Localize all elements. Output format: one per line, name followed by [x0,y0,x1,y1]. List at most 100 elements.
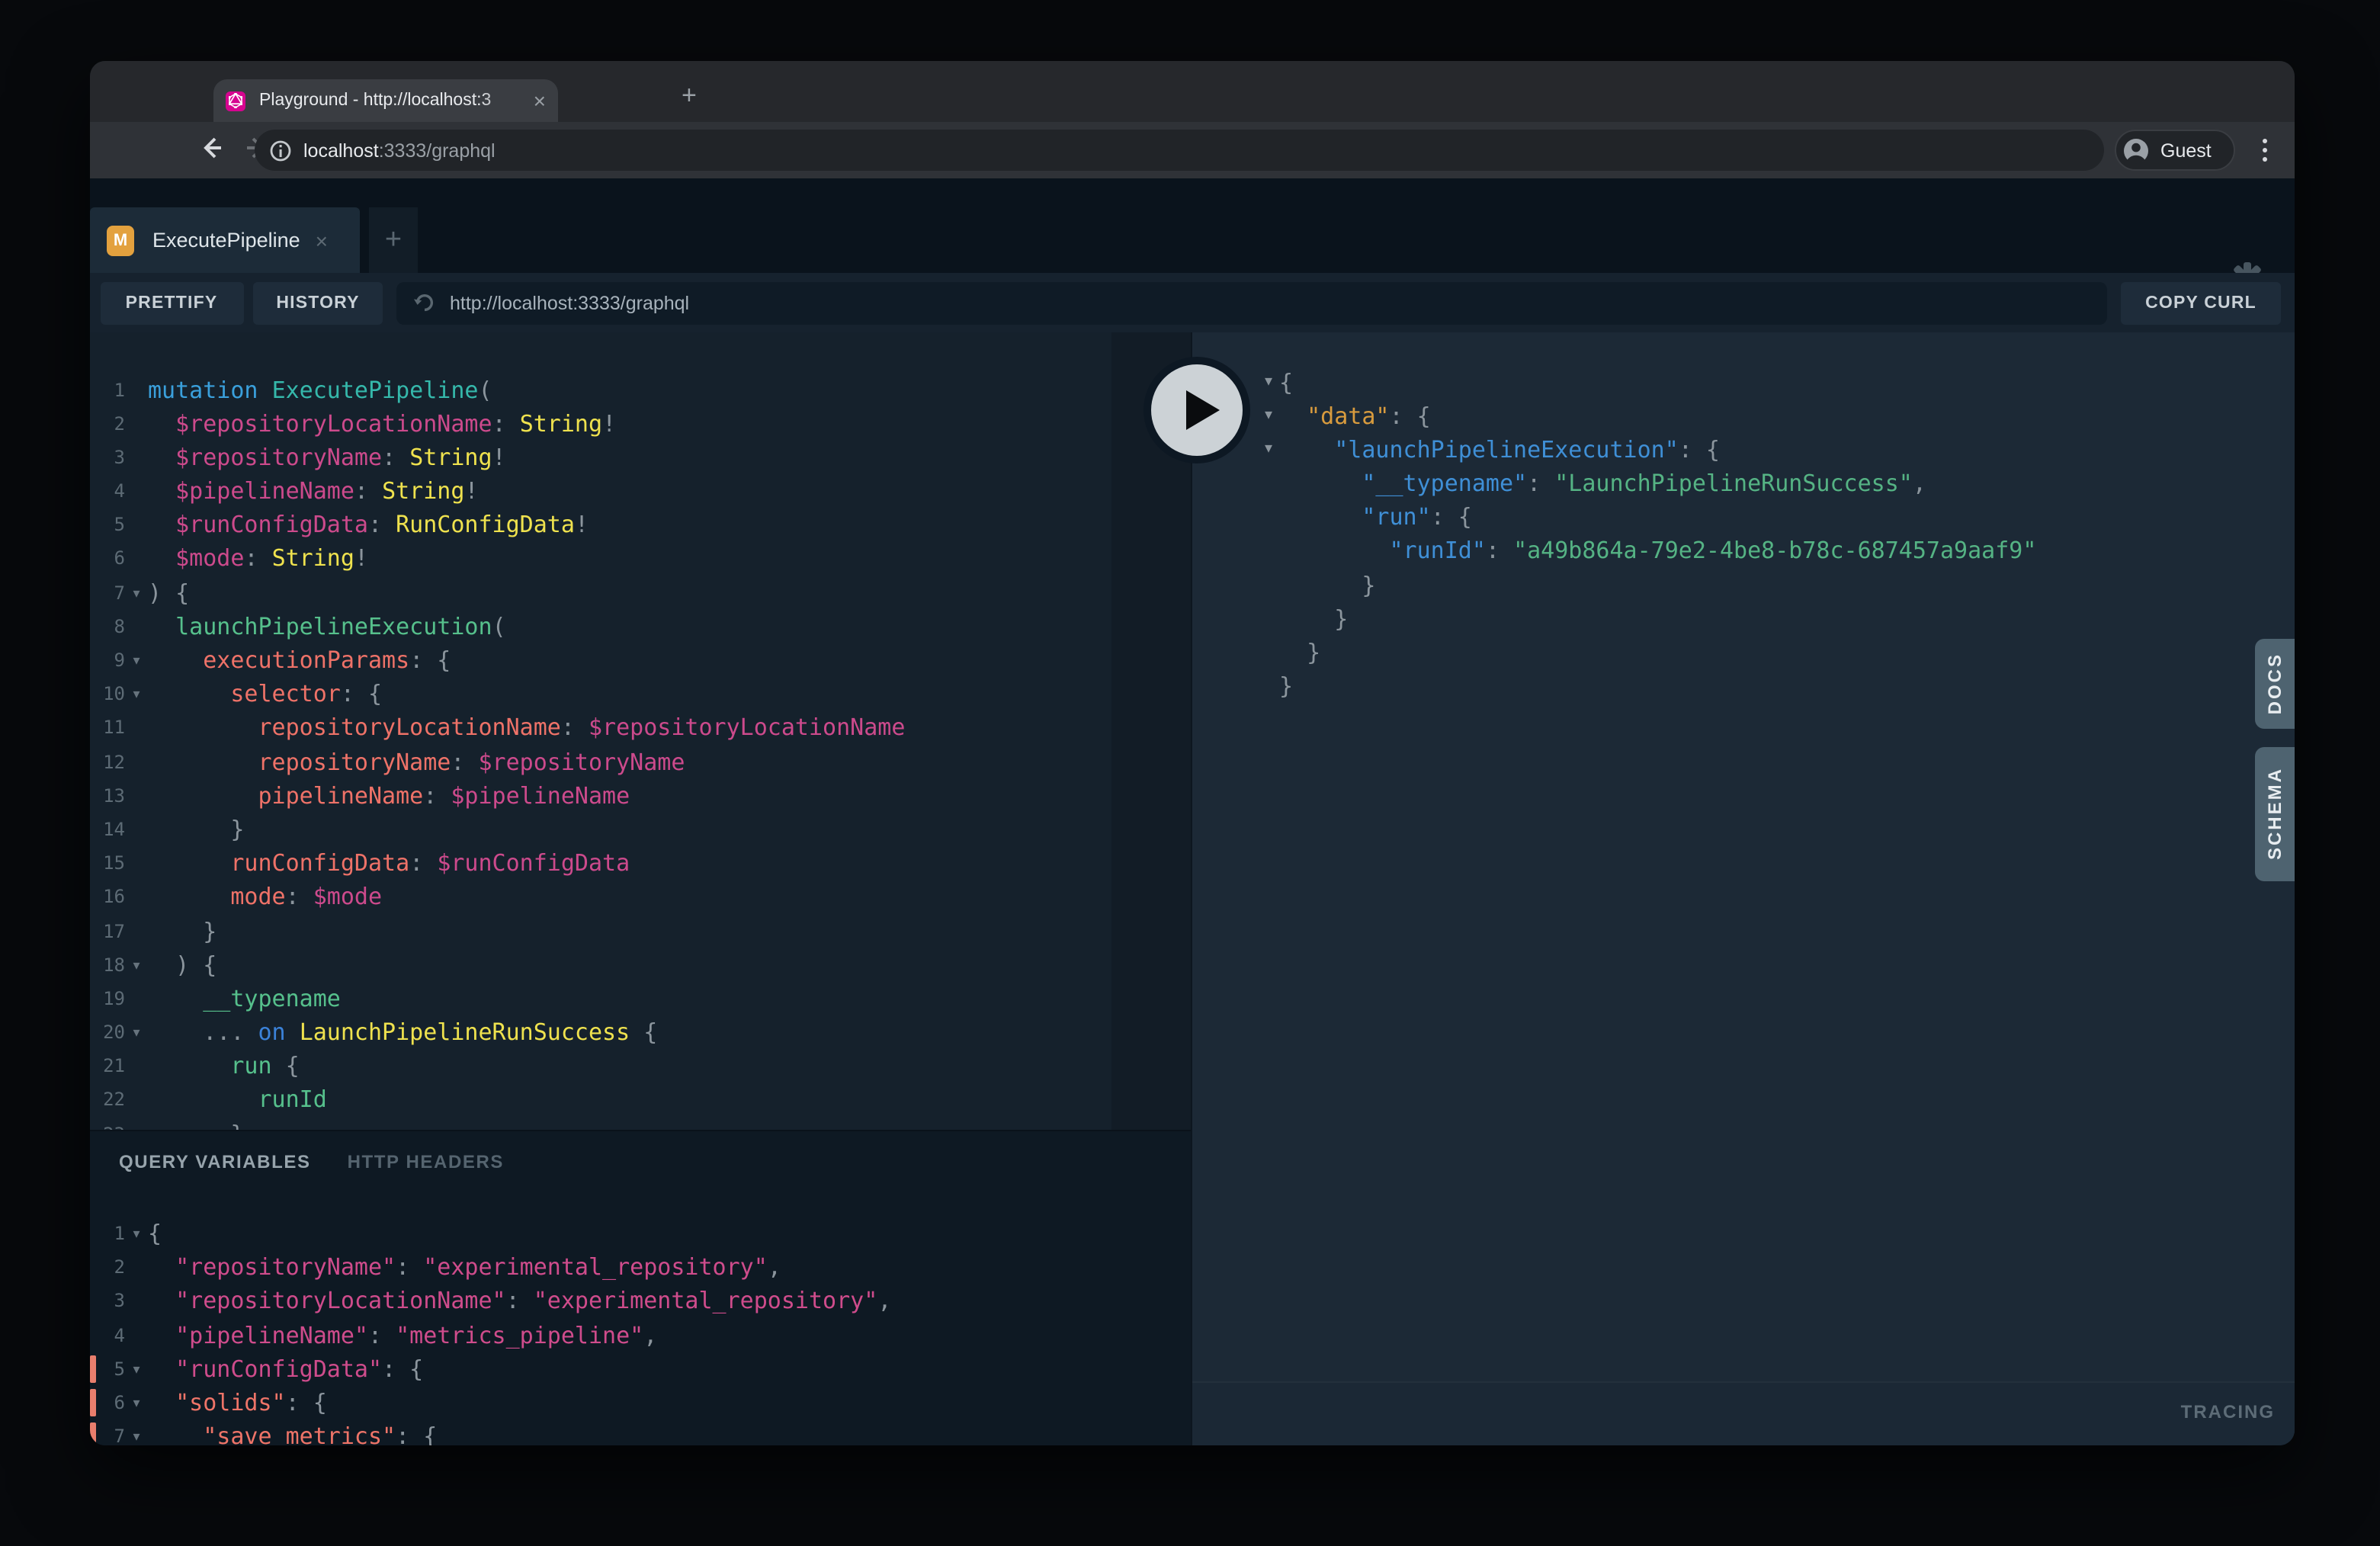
token: "data" [1279,402,1390,429]
site-info-icon[interactable] [270,140,291,161]
resp-code-line: } [1192,568,2295,601]
q-code-line: 16 mode: $mode [90,880,1191,914]
q-code-line: 18▾ ) { [90,948,1191,981]
schema-label: SCHEMA [2264,767,2285,860]
endpoint-input[interactable]: http://localhost:3333/graphql [396,281,2107,324]
fold-arrow-icon[interactable]: ▾ [125,948,148,981]
token: ! [575,512,589,539]
token: "pipelineName" [148,1321,368,1349]
code-text: mutation ExecutePipeline( [148,373,492,406]
token: "launchPipelineExecution" [1279,436,1679,463]
token: } [148,917,217,945]
fold-arrow-icon[interactable]: ▾ [125,1352,148,1386]
address-bar[interactable]: localhost:3333/graphql [255,130,2104,171]
code-text: { [1279,365,1293,399]
v-code-line: 7▾ "save_metrics": { [90,1419,1191,1445]
token: String [382,477,464,505]
history-button[interactable]: HISTORY [253,281,383,324]
token: $repositoryLocationName [589,714,905,742]
endpoint-reset-icon[interactable] [413,291,436,314]
tab-http-headers[interactable]: HTTP HEADERS [348,1151,504,1172]
line-number: 12 [90,745,125,778]
fold-arrow-icon[interactable]: ▾ [125,643,148,677]
code-text: } [1279,602,1348,636]
token: ExecutePipeline [272,376,479,403]
token: ! [354,545,368,573]
token: $repositoryName [148,444,382,471]
fold-arrow-icon[interactable]: ▾ [125,677,148,710]
new-tab-button[interactable]: + [682,82,697,108]
fold-arrow-icon[interactable]: ▾ [1258,433,1279,467]
add-session-button[interactable]: + [369,207,418,273]
fold-arrow-icon[interactable]: ▾ [1258,399,1279,432]
code-text: "pipelineName": "metrics_pipeline", [148,1318,657,1352]
window-close-button[interactable] [195,87,213,105]
resp-code-line: ▾ "data": { [1192,399,2295,432]
code-text: $mode: String! [148,542,368,576]
prettify-button[interactable]: PRETTIFY [100,281,243,324]
token: executionParams [148,646,409,674]
line-number: 5 [90,508,125,542]
query-editor[interactable]: 1mutation ExecutePipeline(2 $repositoryL… [90,332,1191,1130]
q-code-line: 19 __typename [90,982,1191,1015]
fold-arrow-icon[interactable]: ▾ [125,1386,148,1419]
fold-arrow-icon[interactable]: ▾ [125,1419,148,1445]
tracing-label[interactable]: TRACING [2181,1401,2275,1423]
token: : { [341,680,382,707]
line-number: 9 [90,643,125,677]
screenshot-stage: Playground - http://localhost:3 × + loca… [0,0,2380,1546]
tab-query-variables[interactable]: QUERY VARIABLES [119,1151,311,1172]
token: : [506,1288,534,1315]
line-number: 3 [90,441,125,474]
docs-side-tab[interactable]: DOCS [2255,639,2295,729]
token: $repositoryLocationName [148,409,492,437]
token: __typename [148,985,341,1012]
token: repositoryLocationName [148,714,561,742]
profile-chip[interactable]: Guest [2115,130,2235,171]
session-close-icon[interactable]: × [316,228,328,252]
token: ) { [148,951,217,978]
browser-tab[interactable]: Playground - http://localhost:3 × [213,79,558,122]
variables-editor[interactable]: 1▾{2 "repositoryName": "experimental_rep… [90,1217,1191,1445]
code-text: "repositoryLocationName": "experimental_… [148,1285,891,1318]
fold-arrow-icon[interactable]: ▾ [125,576,148,609]
q-code-line: 20▾ ... on LaunchPipelineRunSuccess { [90,1015,1191,1049]
session-tab-executepipeline[interactable]: M ExecutePipeline × [90,207,360,273]
token: : { [382,1355,423,1383]
tab-close-icon[interactable]: × [534,90,546,111]
code-text: "__typename": "LaunchPipelineRunSuccess"… [1279,467,1926,500]
q-code-line: 13 pipelineName: $pipelineName [90,779,1191,813]
browser-menu-icon[interactable] [2250,131,2278,168]
q-code-line: 11 repositoryLocationName: $repositoryLo… [90,711,1191,745]
code-text: } [148,813,244,846]
code-text: launchPipelineExecution( [148,610,506,643]
execute-play-button[interactable] [1143,357,1250,463]
error-marker [90,1389,96,1416]
back-icon[interactable] [198,134,226,162]
session-tab-title: ExecutePipeline [152,229,300,252]
token: ( [479,376,492,403]
copy-curl-button[interactable]: COPY CURL [2121,281,2281,324]
token: : [244,545,271,573]
resp-code-line: "__typename": "LaunchPipelineRunSuccess"… [1192,467,2295,500]
token: } [1279,672,1293,700]
token: { [1279,368,1293,396]
fold-arrow-icon[interactable]: ▾ [1258,365,1279,399]
code-text: "run": { [1279,501,1472,534]
fold-arrow-icon[interactable]: ▾ [125,1217,148,1250]
schema-side-tab[interactable]: SCHEMA [2255,746,2295,880]
playground-toolbar: PRETTIFY HISTORY http://localhost:3333/g… [90,273,2295,332]
token: "LaunchPipelineRunSuccess" [1554,470,1913,497]
v-code-line: 2 "repositoryName": "experimental_reposi… [90,1250,1191,1284]
token: runConfigData [148,849,409,877]
q-code-line: 6 $mode: String! [90,542,1191,576]
token: : [1527,470,1554,497]
token: on [258,1018,300,1046]
token: } [1279,639,1320,666]
token: , [768,1253,781,1281]
line-number: 16 [90,880,125,914]
error-marker [90,1423,96,1445]
session-tab-bar: M ExecutePipeline × + [90,178,2295,273]
token: "save_metrics" [148,1423,396,1445]
fold-arrow-icon[interactable]: ▾ [125,1015,148,1049]
